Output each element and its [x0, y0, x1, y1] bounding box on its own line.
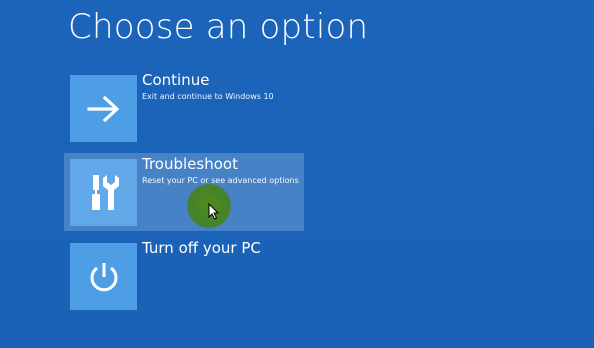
- continue-option[interactable]: Continue Exit and continue to Windows 10: [64, 69, 304, 147]
- troubleshoot-option-description: Reset your PC or see advanced options: [142, 176, 299, 185]
- turn-off-option[interactable]: Turn off your PC: [64, 237, 304, 315]
- troubleshoot-tile[interactable]: [70, 159, 137, 226]
- turn-off-option-title[interactable]: Turn off your PC: [142, 239, 261, 257]
- recovery-screen: Choose an option Continue Exit and conti…: [0, 0, 594, 348]
- troubleshoot-option[interactable]: Troubleshoot Reset your PC or see advanc…: [64, 153, 304, 231]
- continue-option-description: Exit and continue to Windows 10: [142, 92, 274, 101]
- troubleshoot-option-title[interactable]: Troubleshoot: [142, 155, 238, 173]
- turn-off-tile[interactable]: [70, 243, 137, 310]
- page-title: Choose an option: [68, 7, 369, 47]
- continue-option-title[interactable]: Continue: [142, 71, 209, 89]
- power-icon: [90, 262, 117, 291]
- arrow-right-icon: [86, 95, 119, 122]
- tools-icon: [91, 174, 119, 210]
- continue-tile[interactable]: [70, 75, 137, 142]
